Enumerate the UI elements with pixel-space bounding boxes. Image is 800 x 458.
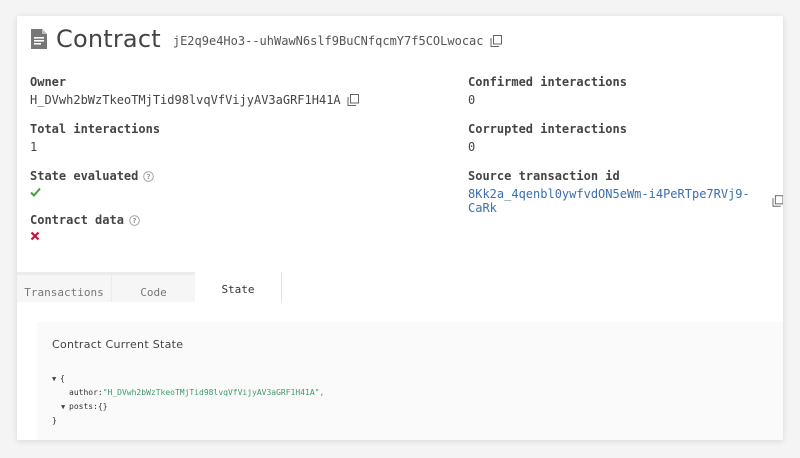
cross-icon	[30, 231, 40, 241]
total-interactions-value: 1	[30, 140, 38, 154]
json-root-row: ▼{	[52, 372, 324, 386]
source-transaction-row: 8Kk2a_4qenbl0ywfvdON5eWm-i4PeRTpe7RVj9-C…	[468, 187, 783, 215]
contract-id: jE2q9e4Ho3--uhWawN6slf9BuCNfqcmY7f5COLwo…	[172, 34, 484, 48]
contract-data-field: Contract data ?	[30, 213, 140, 241]
total-interactions-field: Total interactions 1	[30, 122, 160, 154]
json-posts-row: ▼ posts:{}	[52, 400, 324, 414]
corrupted-interactions-value: 0	[468, 140, 476, 154]
tab-state[interactable]: State	[195, 272, 282, 302]
contract-data-label-row: Contract data ?	[30, 213, 140, 227]
tab-transactions[interactable]: Transactions	[17, 272, 112, 302]
owner-value: H_DVwh2bWzTkeoTMjTid98lvqVfVijyAV3aGRF1H…	[30, 93, 341, 107]
tab-code[interactable]: Code	[112, 272, 195, 302]
owner-label: Owner	[30, 75, 67, 89]
json-posts-key: posts:	[69, 402, 98, 411]
json-viewer: ▼{ author:"H_DVwh2bWzTkeoTMjTid98lvqVfVi…	[52, 372, 324, 428]
json-author-key: author:	[69, 388, 103, 397]
svg-text:?: ?	[132, 217, 136, 225]
confirmed-interactions-value: 0	[468, 93, 476, 107]
json-author-row: author:"H_DVwh2bWzTkeoTMjTid98lvqVfVijyA…	[52, 386, 324, 400]
confirmed-interactions-label: Confirmed interactions	[468, 75, 627, 89]
confirmed-interactions-field: Confirmed interactions 0	[468, 75, 627, 107]
contract-data-label: Contract data	[30, 213, 124, 227]
state-evaluated-value	[30, 187, 154, 197]
json-close-row: }	[52, 414, 324, 428]
contract-header: Contract jE2q9e4Ho3--uhWawN6slf9BuCNfqcm…	[31, 24, 502, 54]
owner-value-row: H_DVwh2bWzTkeoTMjTid98lvqVfVijyAV3aGRF1H…	[30, 93, 359, 107]
page-title: Contract	[56, 25, 161, 53]
state-evaluated-label: State evaluated	[30, 169, 139, 183]
state-panel-title: Contract Current State	[52, 338, 184, 351]
owner-field: Owner H_DVwh2bWzTkeoTMjTid98lvqVfVijyAV3…	[30, 75, 359, 107]
contract-data-value	[30, 231, 140, 241]
json-posts-value: {}	[97, 402, 108, 411]
contract-card: Contract jE2q9e4Ho3--uhWawN6slf9BuCNfqcm…	[17, 16, 783, 440]
state-evaluated-field: State evaluated ?	[30, 169, 155, 197]
help-circle-icon[interactable]: ?	[143, 170, 155, 182]
copy-icon[interactable]	[771, 195, 783, 207]
state-evaluated-label-row: State evaluated ?	[30, 169, 155, 183]
source-transaction-link[interactable]: 8Kk2a_4qenbl0ywfvdON5eWm-i4PeRTpe7RVj9-C…	[468, 187, 766, 215]
total-interactions-label: Total interactions	[30, 122, 161, 136]
corrupted-interactions-label: Corrupted interactions	[468, 122, 627, 136]
document-icon	[31, 29, 47, 49]
source-transaction-label: Source transaction id	[468, 169, 620, 183]
tab-bar: Transactions Code State	[17, 272, 282, 302]
copy-icon[interactable]	[347, 94, 359, 106]
json-close-brace: }	[52, 416, 57, 425]
svg-text:?: ?	[147, 173, 151, 181]
json-open-brace: {	[60, 374, 65, 383]
json-author-value: "H_DVwh2bWzTkeoTMjTid98lvqVfVijyAV3aGRF1…	[102, 388, 325, 397]
check-icon	[30, 187, 41, 197]
copy-icon[interactable]	[490, 35, 502, 47]
help-circle-icon[interactable]: ?	[129, 214, 140, 226]
triangle-down-icon[interactable]: ▼	[52, 372, 60, 386]
source-transaction-field: Source transaction id 8Kk2a_4qenbl0ywfvd…	[468, 169, 783, 215]
triangle-down-icon[interactable]: ▼	[61, 400, 69, 414]
state-panel: Contract Current State ▼{ author:"H_DVwh…	[37, 322, 783, 440]
corrupted-interactions-field: Corrupted interactions 0	[468, 122, 627, 154]
